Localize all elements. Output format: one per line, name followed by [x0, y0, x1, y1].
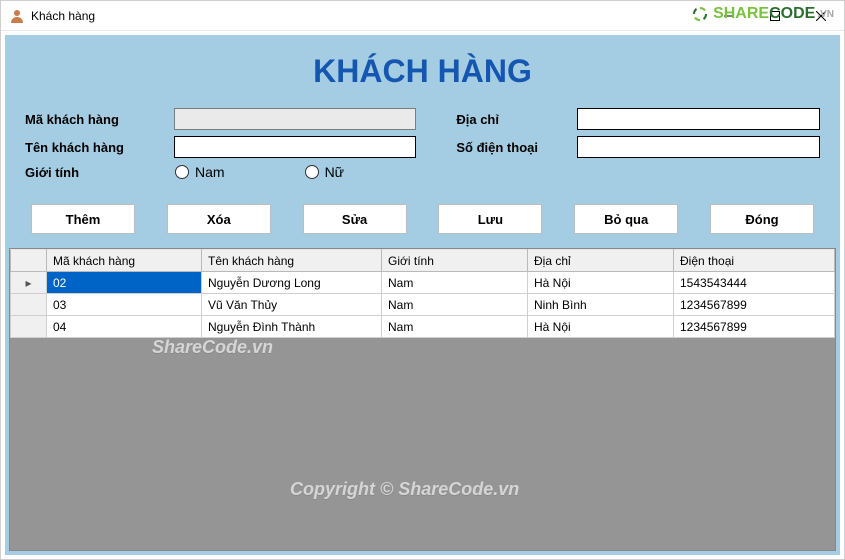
skip-button[interactable]: Bỏ qua — [574, 204, 678, 234]
gender-male-radio[interactable]: Nam — [175, 164, 225, 180]
close-form-button[interactable]: Đóng — [710, 204, 814, 234]
app-window: Khách hàng SHARECODE.VN KHÁCH HÀNG Mã kh… — [0, 0, 845, 560]
cell-gender[interactable]: Nam — [382, 316, 528, 338]
delete-button[interactable]: Xóa — [167, 204, 271, 234]
grid-corner — [11, 250, 47, 272]
edit-button[interactable]: Sửa — [303, 204, 407, 234]
id-field[interactable] — [174, 108, 417, 130]
col-gender[interactable]: Giới tính — [382, 250, 528, 272]
name-label: Tên khách hàng — [25, 140, 174, 155]
app-icon — [9, 8, 25, 24]
gender-male-label: Nam — [195, 164, 225, 180]
phone-label: Số điện thoại — [456, 140, 577, 155]
page-title: KHÁCH HÀNG — [5, 35, 840, 98]
row-indicator — [11, 316, 47, 338]
cell-phone[interactable]: 1234567899 — [674, 294, 835, 316]
radio-icon — [305, 165, 319, 179]
watermark: ShareCode.vn — [152, 337, 273, 358]
cell-address[interactable]: Hà Nội — [528, 272, 674, 294]
col-name[interactable]: Tên khách hàng — [202, 250, 382, 272]
col-phone[interactable]: Điện thoại — [674, 250, 835, 272]
cell-name[interactable]: Vũ Văn Thủy — [202, 294, 382, 316]
save-button[interactable]: Lưu — [438, 204, 542, 234]
table-row[interactable]: ▸02Nguyễn Dương LongNamHà Nội1543543444 — [11, 272, 835, 294]
titlebar: Khách hàng SHARECODE.VN — [1, 1, 844, 31]
col-address[interactable]: Địa chỉ — [528, 250, 674, 272]
table-row[interactable]: 04Nguyễn Đình ThànhNamHà Nội1234567899 — [11, 316, 835, 338]
row-indicator: ▸ — [11, 272, 47, 294]
cell-phone[interactable]: 1543543444 — [674, 272, 835, 294]
id-label: Mã khách hàng — [25, 112, 174, 127]
window-title: Khách hàng — [31, 9, 95, 23]
cell-name[interactable]: Nguyễn Dương Long — [202, 272, 382, 294]
cell-gender[interactable]: Nam — [382, 294, 528, 316]
address-label: Địa chỉ — [456, 112, 577, 127]
gender-label: Giới tính — [25, 165, 175, 180]
sharecode-logo: SHARECODE.VN — [691, 5, 834, 23]
cell-phone[interactable]: 1234567899 — [674, 316, 835, 338]
phone-field[interactable] — [577, 136, 820, 158]
gender-female-label: Nữ — [325, 164, 344, 180]
watermark: Copyright © ShareCode.vn — [290, 479, 519, 500]
name-field[interactable] — [174, 136, 417, 158]
recycle-icon — [691, 5, 709, 23]
radio-icon — [175, 165, 189, 179]
button-row: Thêm Xóa Sửa Lưu Bỏ qua Đóng — [5, 190, 840, 248]
cell-name[interactable]: Nguyễn Đình Thành — [202, 316, 382, 338]
row-indicator — [11, 294, 47, 316]
address-field[interactable] — [577, 108, 820, 130]
cell-address[interactable]: Ninh Bình — [528, 294, 674, 316]
gender-radio-group: Nam Nữ — [175, 164, 424, 180]
cell-id[interactable]: 03 — [47, 294, 202, 316]
col-id[interactable]: Mã khách hàng — [47, 250, 202, 272]
content-panel: KHÁCH HÀNG Mã khách hàng Địa chỉ Tên khá… — [5, 35, 840, 555]
gender-female-radio[interactable]: Nữ — [305, 164, 344, 180]
table-row[interactable]: 03Vũ Văn ThủyNamNinh Bình1234567899 — [11, 294, 835, 316]
form-area: Mã khách hàng Địa chỉ Tên khách hàng Số … — [5, 98, 840, 190]
cell-gender[interactable]: Nam — [382, 272, 528, 294]
data-grid[interactable]: Mã khách hàng Tên khách hàng Giới tính Đ… — [9, 248, 836, 551]
cell-id[interactable]: 02 — [47, 272, 202, 294]
cell-id[interactable]: 04 — [47, 316, 202, 338]
add-button[interactable]: Thêm — [31, 204, 135, 234]
cell-address[interactable]: Hà Nội — [528, 316, 674, 338]
grid-header-row: Mã khách hàng Tên khách hàng Giới tính Đ… — [11, 250, 835, 272]
